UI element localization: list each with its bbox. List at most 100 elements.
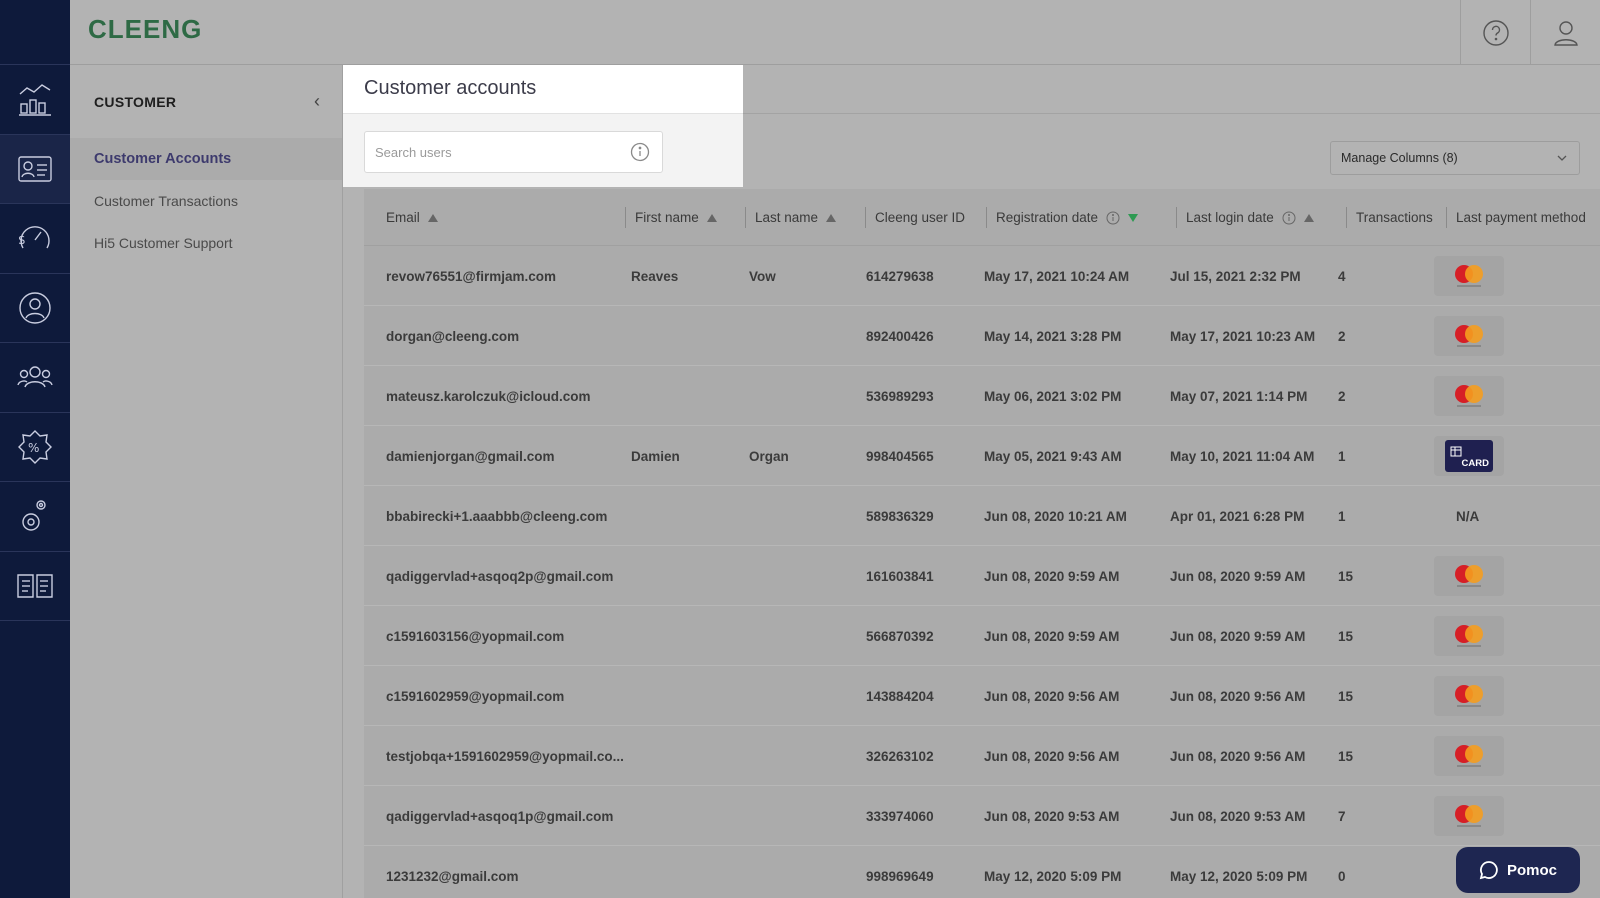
account-button[interactable] xyxy=(1530,0,1600,65)
rail-top xyxy=(0,0,70,65)
column-header-last-login-date[interactable]: Last login date xyxy=(1176,189,1314,246)
cell-last xyxy=(749,546,859,606)
info-icon[interactable] xyxy=(1106,211,1120,225)
cell-tx: 15 xyxy=(1338,568,1354,584)
subnav-item-customer-transactions[interactable]: Customer Transactions xyxy=(70,180,342,222)
svg-text:$: $ xyxy=(18,233,26,247)
cell-login: May 07, 2021 1:14 PM xyxy=(1170,388,1308,404)
table-row[interactable]: c1591603156@yopmail.com 566870392 Jun 08, … xyxy=(364,606,1600,666)
cell-reg: Jun 08, 2020 9:59 AM xyxy=(984,628,1120,644)
column-header-registration-date[interactable]: Registration date xyxy=(986,189,1139,246)
payment-method-badge xyxy=(1434,316,1504,356)
column-header-transactions[interactable]: Transactions xyxy=(1346,189,1433,246)
payment-method-badge xyxy=(1434,376,1504,416)
cell-tx: 2 xyxy=(1338,328,1346,344)
search-box xyxy=(364,131,663,173)
cell-first xyxy=(631,786,741,846)
cell-tx: 1 xyxy=(1338,508,1346,524)
customer-accounts-table: Email First name Last name Cleeng user I… xyxy=(364,189,1600,898)
cell-email: 1231232@gmail.com xyxy=(386,868,519,884)
pomoc-chat-button[interactable]: Pomoc xyxy=(1456,847,1580,893)
payment-method-na: N/A xyxy=(1456,508,1480,524)
user-refresh-icon xyxy=(19,292,51,324)
rail-item-offers[interactable]: % xyxy=(0,413,70,482)
subnav-item-hi5-support[interactable]: Hi5 Customer Support xyxy=(70,222,342,264)
page-title: Customer accounts xyxy=(364,77,537,99)
rail-item-retention[interactable] xyxy=(0,274,70,343)
cell-email: c1591602959@yopmail.com xyxy=(386,688,565,704)
subnav-header: CUSTOMER ‹ xyxy=(70,65,342,138)
cell-last xyxy=(749,366,859,426)
cell-last xyxy=(749,786,859,846)
cell-id: 566870392 xyxy=(866,628,934,644)
table-row[interactable]: 1231232@gmail.com 998969649 May 12, 2020 5… xyxy=(364,846,1600,898)
table-row[interactable]: c1591602959@yopmail.com 143884204 Jun 08, … xyxy=(364,666,1600,726)
table-row[interactable]: dorgan@cleeng.com 892400426 May 14, 2021 3… xyxy=(364,306,1600,366)
table-header: Email First name Last name Cleeng user I… xyxy=(364,189,1600,246)
subnav-title: CUSTOMER xyxy=(94,93,177,110)
cell-email: qadiggervlad+asqoq2p@gmail.com xyxy=(386,568,614,584)
cell-login: Jul 15, 2021 2:32 PM xyxy=(1170,268,1301,284)
user-icon xyxy=(1553,20,1578,46)
sort-asc-icon xyxy=(826,213,837,222)
cell-last xyxy=(749,846,859,898)
customer-card-icon xyxy=(18,156,52,182)
sort-asc-icon xyxy=(706,213,717,222)
cell-email: testjobqa+1591602959@yopmail.co... xyxy=(386,748,624,764)
rail-item-users[interactable] xyxy=(0,343,70,413)
cell-last: Organ xyxy=(749,448,789,464)
column-header-email[interactable]: Email xyxy=(386,189,438,246)
rail-item-settings[interactable] xyxy=(0,482,70,552)
cell-id: 326263102 xyxy=(866,748,934,764)
table-row[interactable]: bbabirecki+1.aaabbb@cleeng.com 589836329 J… xyxy=(364,486,1600,546)
sort-desc-icon xyxy=(1128,213,1139,222)
mastercard-icon xyxy=(1455,625,1483,647)
column-header-last-payment-method[interactable]: Last payment method xyxy=(1446,189,1586,246)
help-button[interactable] xyxy=(1460,0,1530,65)
rail-item-docs[interactable] xyxy=(0,552,70,621)
column-header-last-name[interactable]: Last name xyxy=(745,189,837,246)
cell-first xyxy=(631,846,741,898)
mastercard-icon xyxy=(1455,745,1483,767)
rail-item-customers[interactable] xyxy=(0,134,70,204)
cell-email: bbabirecki+1.aaabbb@cleeng.com xyxy=(386,508,608,524)
top-bar: CLEENG xyxy=(70,0,1600,65)
cell-id: 892400426 xyxy=(866,328,934,344)
cleeng-logo[interactable]: CLEENG xyxy=(88,14,202,45)
documentation-book-icon xyxy=(17,574,53,598)
info-icon[interactable] xyxy=(1282,211,1296,225)
manage-columns-dropdown[interactable]: Manage Columns (8) xyxy=(1330,141,1580,175)
subnav-item-customer-accounts[interactable]: Customer Accounts xyxy=(70,138,342,180)
payment-method-badge xyxy=(1434,256,1504,296)
info-icon[interactable] xyxy=(630,142,650,162)
cell-first xyxy=(631,306,741,366)
rail-item-analytics[interactable] xyxy=(0,65,70,135)
table-row[interactable]: mateusz.karolczuk@icloud.com 536989293 May… xyxy=(364,366,1600,426)
collapse-chevron-icon[interactable]: ‹ xyxy=(314,91,320,112)
cell-id: 333974060 xyxy=(866,808,934,824)
column-label: Registration date xyxy=(996,210,1099,225)
payment-method-badge xyxy=(1434,676,1504,716)
rail-item-revenue[interactable]: $ xyxy=(0,204,70,274)
customer-subnav: CUSTOMER ‹ Customer Accounts Customer Tr… xyxy=(70,65,343,898)
search-input[interactable] xyxy=(365,132,605,172)
cell-reg: Jun 08, 2020 9:59 AM xyxy=(984,568,1120,584)
sort-asc-icon xyxy=(427,213,438,222)
column-header-user-id[interactable]: Cleeng user ID xyxy=(865,189,965,246)
table-row[interactable]: revow76551@firmjam.com Reaves Vow 614279638… xyxy=(364,246,1600,306)
cell-reg: Jun 08, 2020 9:53 AM xyxy=(984,808,1120,824)
table-body: revow76551@firmjam.com Reaves Vow 614279638… xyxy=(364,246,1600,898)
table-row[interactable]: qadiggervlad+asqoq2p@gmail.com 161603841 J… xyxy=(364,546,1600,606)
table-row[interactable]: qadiggervlad+asqoq1p@gmail.com 333974060 J… xyxy=(364,786,1600,846)
table-row[interactable]: testjobqa+1591602959@yopmail.co... 326263… xyxy=(364,726,1600,786)
cell-reg: May 06, 2021 3:02 PM xyxy=(984,388,1122,404)
cell-tx: 1 xyxy=(1338,448,1346,464)
table-row[interactable]: damienjorgan@gmail.com Damien Organ 9984045… xyxy=(364,426,1600,486)
cell-reg: May 14, 2021 3:28 PM xyxy=(984,328,1122,344)
cell-tx: 15 xyxy=(1338,628,1354,644)
cell-email: mateusz.karolczuk@icloud.com xyxy=(386,388,591,404)
column-header-first-name[interactable]: First name xyxy=(625,189,717,246)
cell-first xyxy=(631,486,741,546)
column-label: Last login date xyxy=(1186,210,1274,225)
cell-id: 536989293 xyxy=(866,388,934,404)
